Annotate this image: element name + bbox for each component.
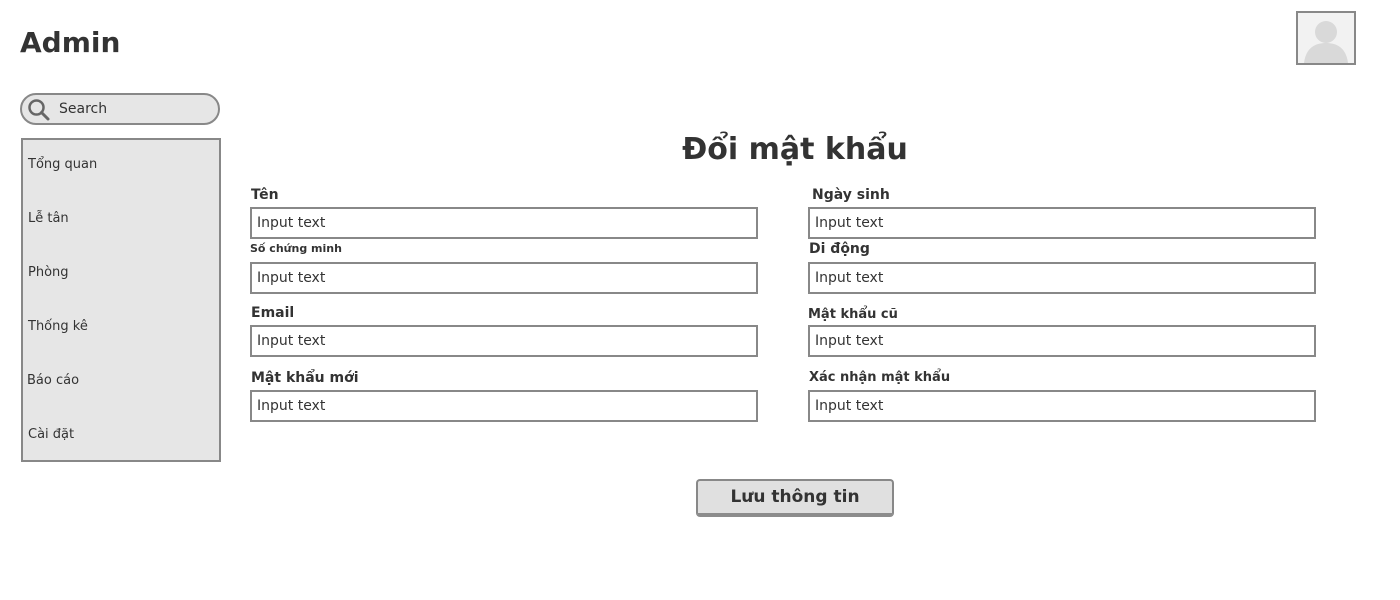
user-avatar-icon — [1304, 21, 1348, 63]
confirm-password-label: Xác nhận mật khẩu — [809, 370, 951, 385]
search-input[interactable]: Search — [59, 101, 107, 117]
sidebar-item-le-tan[interactable]: Lễ tân — [28, 211, 69, 226]
sidebar-item-tong-quan[interactable]: Tổng quan — [28, 157, 97, 172]
sidebar-item-phong[interactable]: Phòng — [28, 265, 69, 280]
id-number-label: Số chứng minh — [250, 242, 342, 255]
id-number-field[interactable] — [250, 262, 758, 294]
sidebar-item-cai-dat[interactable]: Cài đặt — [28, 427, 74, 442]
new-password-label: Mật khẩu mới — [251, 370, 359, 386]
sidebar-item-thong-ke[interactable]: Thống kê — [28, 319, 88, 334]
name-label: Tên — [251, 187, 279, 203]
old-password-field[interactable] — [808, 325, 1316, 357]
name-field[interactable] — [250, 207, 758, 239]
mobile-field[interactable] — [808, 262, 1316, 294]
search-box[interactable]: Search — [20, 93, 220, 125]
app-title: Admin — [20, 26, 121, 59]
old-password-label: Mật khẩu cũ — [808, 307, 898, 322]
email-field[interactable] — [250, 325, 758, 357]
birthday-label: Ngày sinh — [812, 187, 890, 203]
email-label: Email — [251, 305, 295, 321]
avatar[interactable] — [1296, 11, 1356, 65]
mobile-label: Di động — [809, 241, 870, 257]
birthday-field[interactable] — [808, 207, 1316, 239]
confirm-password-field[interactable] — [808, 390, 1316, 422]
page-title: Đổi mật khẩu — [682, 132, 908, 167]
sidebar-item-bao-cao[interactable]: Báo cáo — [27, 373, 79, 388]
new-password-field[interactable] — [250, 390, 758, 422]
save-button[interactable]: Lưu thông tin — [696, 479, 894, 517]
sidebar: Tổng quan Lễ tân Phòng Thống kê Báo cáo … — [21, 138, 221, 462]
search-icon — [28, 99, 50, 121]
